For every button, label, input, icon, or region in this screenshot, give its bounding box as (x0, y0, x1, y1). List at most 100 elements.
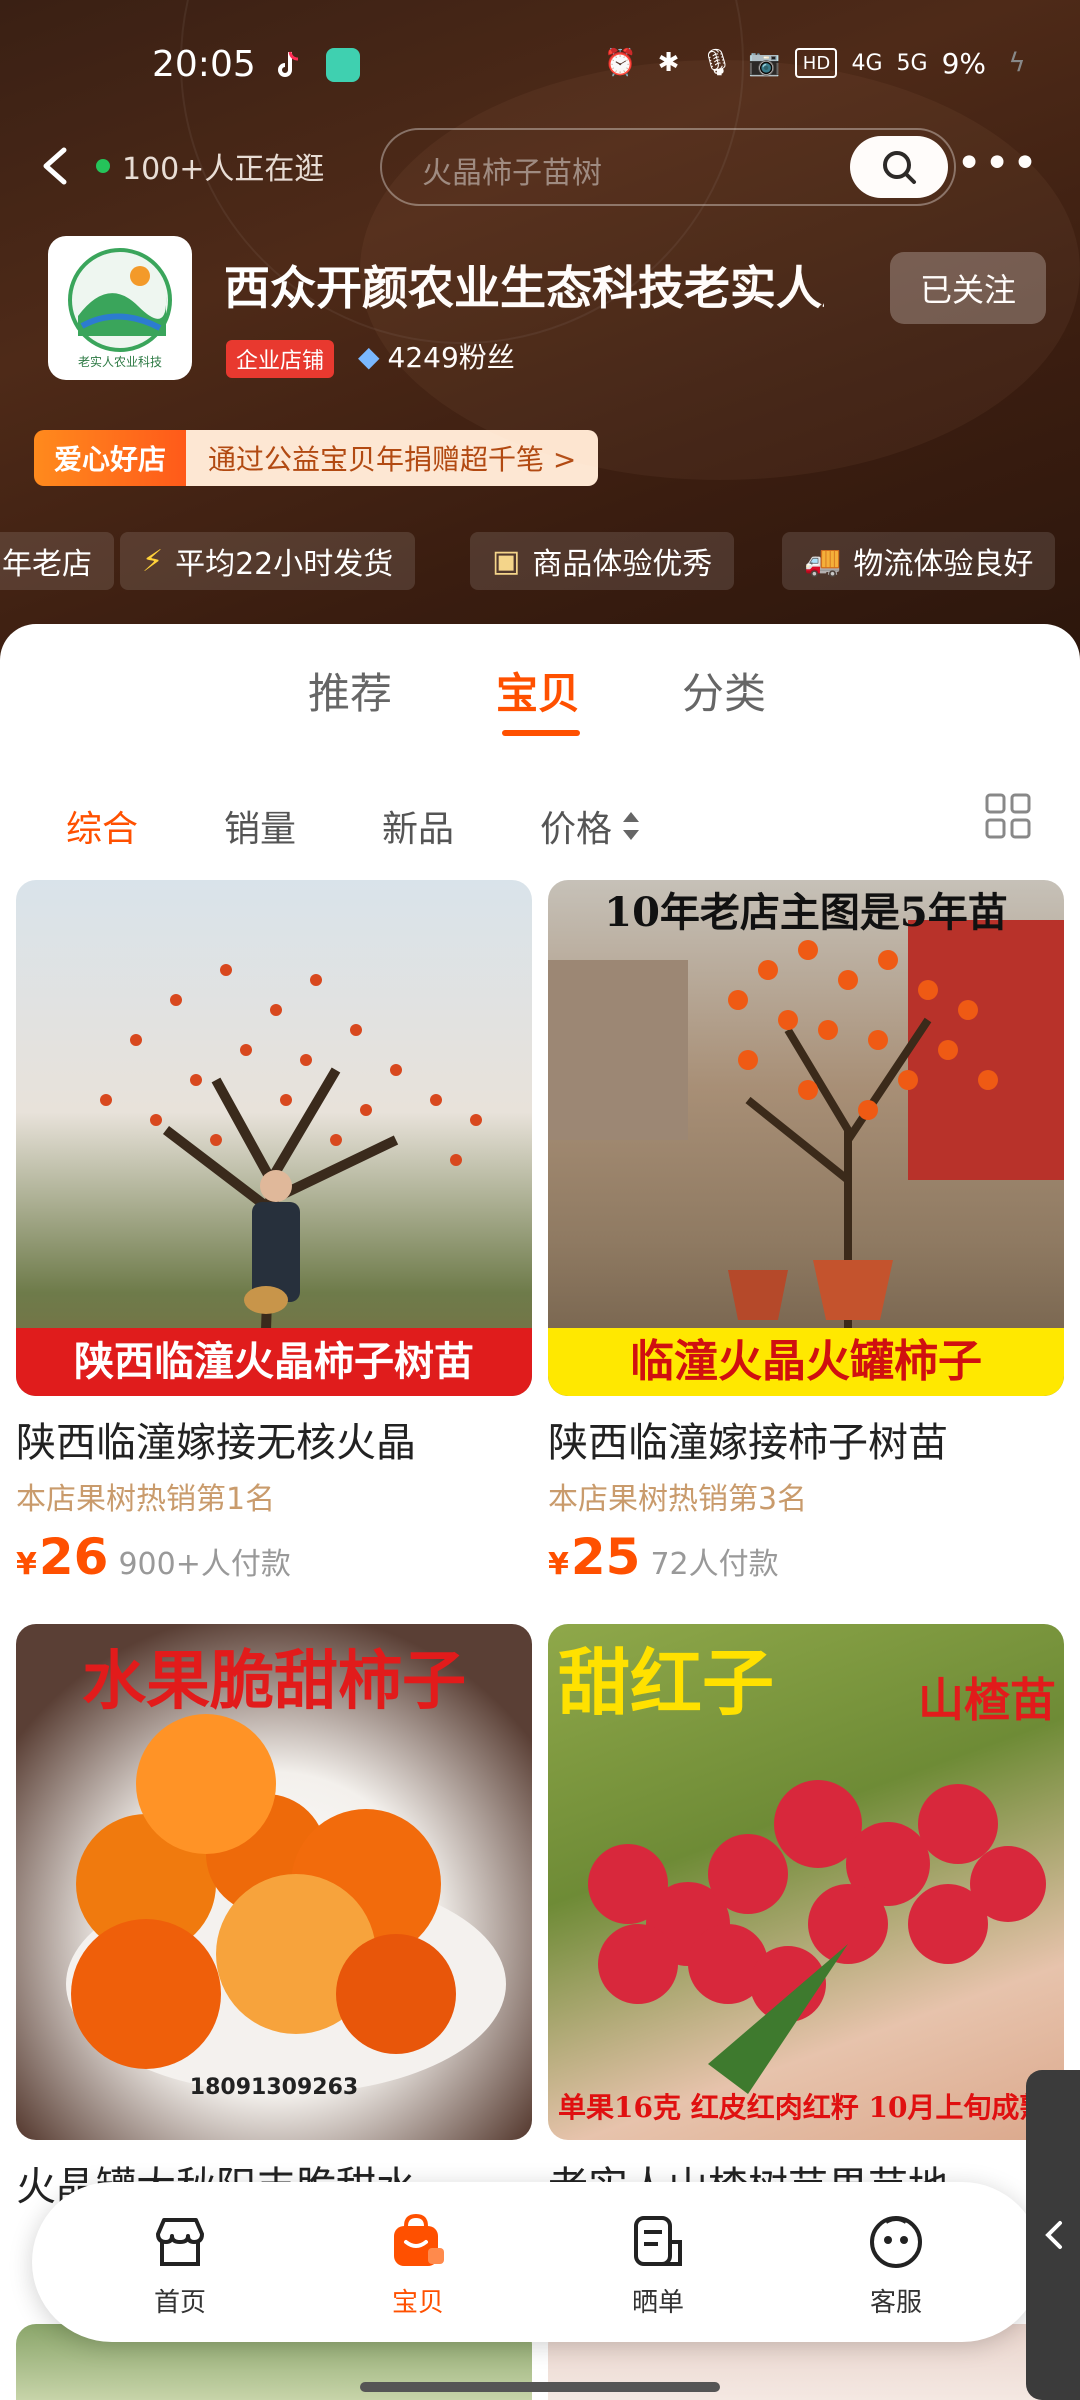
nav-reviews-label: 晒单 (631, 2288, 684, 2318)
product-card[interactable]: 水果脆甜柿子 18091309263 火晶罐大秋阳丰脆甜水 (16, 1624, 532, 2212)
sort-bar: 综合 销量 新品 价格 (0, 784, 1080, 864)
currency-symbol: ¥ (16, 1547, 37, 1582)
top-nav: 100+人正在逛 火晶柿子苗树 ••• (0, 124, 1080, 208)
fans-text: 4249粉丝 (387, 341, 515, 374)
browsing-text: 100+人正在逛 (122, 152, 325, 187)
sort-overall[interactable]: 综合 (66, 800, 138, 852)
nav-service[interactable]: 客服 (826, 2212, 966, 2319)
back-icon[interactable] (34, 138, 90, 194)
camera-icon: 📷 (748, 48, 781, 78)
nav-service-label: 客服 (869, 2288, 922, 2318)
product-image-top-text: 10年老店主图是5年苗 (604, 889, 1008, 936)
product-image-phone: 18091309263 (189, 2075, 359, 2100)
fans-count: ◆ 4249粉丝 (358, 336, 515, 376)
tag-label: 物流体验良好 (853, 547, 1034, 582)
tag-label: 平均22小时发货 (175, 547, 394, 582)
product-rank: 本店果树热销第1名 (16, 1482, 276, 1517)
nav-products-label: 宝贝 (391, 2288, 444, 2318)
more-icon[interactable]: ••• (956, 138, 1040, 189)
charging-icon: ϟ (1008, 48, 1026, 78)
shop-name[interactable]: 西众开颜农业生态科技老实人店 (224, 252, 824, 318)
shop-avatar[interactable]: 老实人农业科技 (48, 236, 192, 380)
shop-info: 老实人农业科技 西众开颜农业生态科技老实人店 企业店铺 ◆ 4249粉丝 已关注 (0, 236, 1080, 386)
nav-home-label: 首页 (153, 2288, 206, 2318)
nav-products[interactable]: 宝贝 (348, 2212, 488, 2319)
tab-products[interactable]: 宝贝 (496, 660, 580, 721)
shop-tags: 年老店 ⚡ 平均22小时发货 ▣ 商品体验优秀 🚚 物流体验良好 (0, 532, 1080, 590)
truck-icon: 🚚 (804, 543, 842, 579)
chevron-left-icon (1045, 2221, 1062, 2249)
product-image-caption: 水果脆甜柿子 (82, 1645, 466, 1719)
product-price-row: ¥ 25 72人付款 (548, 1528, 1064, 1586)
product-card[interactable]: 陕西临潼火晶柿子树苗 陕西临潼嫁接无核火晶 本店果树热销第1名 ¥ 26 900… (16, 880, 532, 1586)
tag-label: 年老店 (2, 547, 92, 582)
home-indicator (360, 2382, 720, 2392)
tab-recommend[interactable]: 推荐 (308, 660, 392, 721)
search-icon (883, 151, 916, 184)
product-title[interactable]: 陕西临潼嫁接无核火晶 (16, 1410, 532, 1468)
product-title[interactable]: 陕西临潼嫁接柿子树苗 (548, 1410, 1064, 1468)
product-paid-count: 72人付款 (650, 1547, 779, 1582)
tag-label: 商品体验优秀 (532, 547, 713, 582)
status-bar: 20:05 ⏰ ✱ 🎙 📷 HD 4G 5G 9% ϟ (0, 0, 1080, 136)
sort-sales[interactable]: 销量 (224, 800, 296, 852)
tag-product-experience: ▣ 商品体验优秀 (470, 532, 735, 590)
product-price-row: ¥ 26 900+人付款 (16, 1528, 532, 1586)
layout-grid-icon[interactable] (984, 792, 1032, 840)
status-time: 20:05 (152, 44, 256, 85)
product-image-caption: 甜红子 (558, 1641, 775, 1725)
sort-price-label: 价格 (540, 809, 613, 850)
browsing-indicator: 100+人正在逛 (96, 144, 324, 188)
tab-bar: 推荐 宝贝 分类 (0, 660, 1080, 750)
product-image-note: 单果16克 红皮红肉红籽 10月上旬成熟 (558, 2091, 1048, 2124)
charity-tag: 爱心好店 (34, 430, 187, 486)
tab-active-indicator (502, 730, 580, 736)
product-price: 25 (570, 1528, 641, 1586)
lightning-icon: ⚡ (142, 543, 164, 579)
customer-service-icon (870, 2216, 922, 2268)
tiktok-icon (272, 48, 306, 82)
signal-5g: 5G (896, 50, 928, 76)
receipt-icon (634, 2216, 682, 2266)
search-placeholder[interactable]: 火晶柿子苗树 (422, 148, 602, 192)
follow-button[interactable]: 已关注 (890, 252, 1046, 324)
shop-header: 20:05 ⏰ ✱ 🎙 📷 HD 4G 5G 9% ϟ 100+人正在逛 火晶柿… (0, 0, 1080, 660)
tag-shipping: ⚡ 平均22小时发货 (120, 532, 416, 590)
alarm-icon: ⏰ (604, 48, 637, 78)
currency-symbol: ¥ (548, 1547, 569, 1582)
sort-price[interactable]: 价格 (540, 800, 642, 852)
fans-diamond-icon: ◆ (358, 339, 380, 373)
tag-logistics: 🚚 物流体验良好 (782, 532, 1056, 590)
search-box[interactable]: 火晶柿子苗树 (380, 128, 956, 206)
nav-reviews[interactable]: 晒单 (588, 2212, 728, 2319)
app-notification-icon (326, 48, 360, 82)
shop-home-icon (156, 2218, 204, 2266)
charity-banner[interactable]: 爱心好店 通过公益宝贝年捐赠超千笔 > (34, 430, 599, 486)
product-image[interactable]: 10年老店主图是5年苗 临潼火晶火罐柿子 (548, 880, 1064, 1396)
battery-text: 9% (941, 46, 986, 80)
product-image[interactable]: 水果脆甜柿子 18091309263 (16, 1624, 532, 2140)
product-card[interactable]: 10年老店主图是5年苗 临潼火晶火罐柿子 陕西临潼嫁接柿子树苗 本店果树热销第3… (548, 880, 1064, 1586)
tab-category[interactable]: 分类 (682, 660, 766, 721)
product-image-caption: 陕西临潼火晶柿子树苗 (16, 1328, 532, 1396)
online-dot-icon (96, 159, 110, 173)
product-image-caption: 临潼火晶火罐柿子 (548, 1328, 1064, 1396)
side-drawer-tab[interactable] (1026, 2070, 1080, 2400)
enterprise-badge: 企业店铺 (226, 340, 335, 378)
sort-new[interactable]: 新品 (382, 800, 454, 852)
bag-icon: ▣ (492, 543, 521, 579)
product-card[interactable]: 甜红子 山楂苗 单果16克 红皮红肉红籽 10月上旬成熟 老实人山楂树苗果苗地 (548, 1624, 1064, 2212)
product-image[interactable]: 陕西临潼火晶柿子树苗 (16, 880, 532, 1396)
charity-text: 通过公益宝贝年捐赠超千笔 > (186, 430, 599, 486)
search-button[interactable] (850, 136, 948, 198)
tag-old-shop: 年老店 (0, 532, 114, 590)
signal-4g: 4G (851, 50, 883, 76)
mic-icon: 🎙 (699, 48, 733, 78)
status-icons: ⏰ ✱ 🎙 📷 HD 4G 5G 9% ϟ (603, 46, 1034, 80)
hd-icon: HD (795, 48, 838, 78)
product-price: 26 (38, 1528, 109, 1586)
nav-home[interactable]: 首页 (110, 2212, 250, 2319)
bluetooth-icon: ✱ (657, 48, 680, 78)
content-panel: 推荐 宝贝 分类 综合 销量 新品 价格 陕西临潼火晶柿子树苗 陕西临潼嫁接无核… (0, 624, 1080, 2400)
product-image[interactable]: 甜红子 山楂苗 单果16克 红皮红肉红籽 10月上旬成熟 (548, 1624, 1064, 2140)
